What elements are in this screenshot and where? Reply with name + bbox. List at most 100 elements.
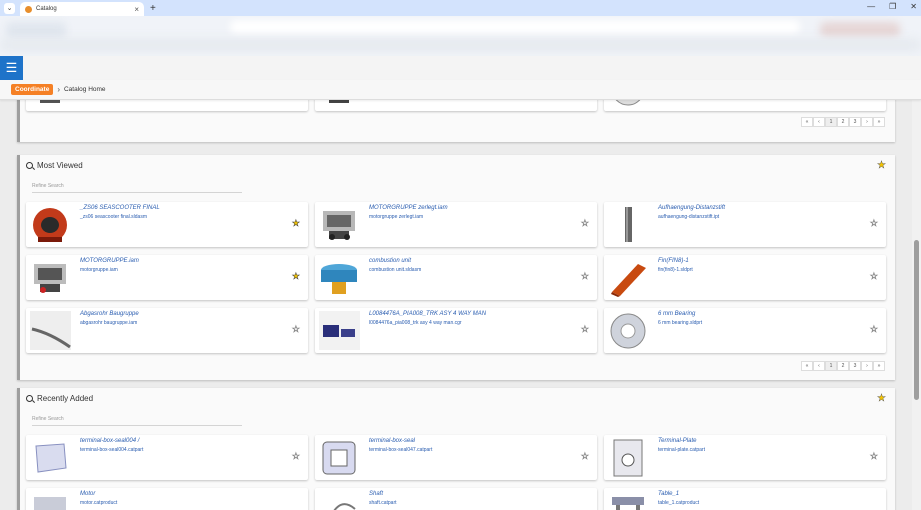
- list-item[interactable]: ☆: [315, 100, 597, 111]
- item-title[interactable]: MOTORGRUPPE zerlegt.iam: [369, 205, 448, 211]
- favorite-star-icon[interactable]: ★: [292, 218, 301, 229]
- list-item[interactable]: Terminal-Plate terminal-plate.catpart ☆: [604, 435, 886, 480]
- maximize-button[interactable]: ❐: [889, 2, 896, 11]
- tab-search-icon[interactable]: ⌄: [4, 2, 15, 14]
- list-item[interactable]: _ZS06 SEASCOOTER FINAL _zs06 seascooter …: [26, 202, 308, 247]
- new-tab-button[interactable]: +: [150, 3, 156, 14]
- item-title[interactable]: L0084476A_PIA008_TRK ASY 4 WAY MAN: [369, 311, 486, 317]
- refine-search-input[interactable]: Refine Search: [32, 179, 242, 193]
- scrollbar-thumb[interactable]: [914, 240, 919, 400]
- page-2-button[interactable]: 2: [837, 361, 849, 371]
- item-filename: motor.catproduct: [80, 500, 118, 506]
- next-page-button[interactable]: ›: [861, 117, 873, 127]
- recently-added-header: Recently Added: [26, 394, 93, 403]
- favorite-star-icon[interactable]: ★: [292, 271, 301, 282]
- item-filename: motorgruppe.iam: [80, 267, 118, 273]
- list-item[interactable]: Aufhaengung-Distanzstift aufhaengung-dis…: [604, 202, 886, 247]
- star-icon[interactable]: ☆: [581, 218, 590, 229]
- item-title[interactable]: Motor: [80, 491, 95, 497]
- list-item[interactable]: combustion unit combustion unit.sldasm ☆: [315, 255, 597, 300]
- list-item[interactable]: [26, 100, 308, 111]
- page-3-button[interactable]: 3: [849, 117, 861, 127]
- table-thumbnail: [608, 491, 649, 510]
- close-window-button[interactable]: ✕: [910, 2, 917, 11]
- page-3-button[interactable]: 3: [849, 361, 861, 371]
- next-page-button[interactable]: ›: [861, 361, 873, 371]
- star-icon[interactable]: ★: [877, 393, 886, 404]
- list-item[interactable]: L0084476A_PIA008_TRK ASY 4 WAY MAN l0084…: [315, 308, 597, 353]
- bearing-thumbnail: [608, 100, 649, 108]
- item-title[interactable]: Shaft: [369, 491, 383, 497]
- scrollbar[interactable]: [912, 100, 921, 510]
- star-icon[interactable]: ★: [877, 160, 886, 171]
- star-icon[interactable]: ☆: [292, 324, 301, 335]
- list-item[interactable]: Table_1 table_1.catproduct: [604, 488, 886, 510]
- item-filename: terminal-box-seal047.catpart: [369, 447, 433, 453]
- app-window: ⌄ Catalog × + — ❐ ✕ ☰ Coordinate › Catal…: [0, 0, 921, 510]
- panel-title: Most Viewed: [37, 161, 83, 170]
- catalog-content: ☆ « ‹ 1 2 3 › » Most Viewed ★ Refine Sea…: [0, 100, 912, 510]
- hamburger-menu-button[interactable]: ☰: [0, 56, 23, 80]
- star-icon[interactable]: ☆: [870, 451, 879, 462]
- first-page-button[interactable]: «: [801, 361, 813, 371]
- first-page-button[interactable]: «: [801, 117, 813, 127]
- star-icon[interactable]: ☆: [870, 324, 879, 335]
- list-item[interactable]: 6 mm Bearing 6 mm bearing.sldprt ☆: [604, 308, 886, 353]
- list-item[interactable]: [604, 100, 886, 111]
- item-filename: l0084476a_pia008_trk asy 4 way man.cgr: [369, 320, 462, 326]
- item-title[interactable]: terminal-box-seal: [369, 438, 415, 444]
- pipe-thumbnail: [30, 311, 71, 350]
- item-filename: terminal-box-seal004.catpart: [80, 447, 144, 453]
- breadcrumb-current: Catalog Home: [63, 86, 106, 93]
- engine-thumbnail: [30, 100, 71, 108]
- page-2-button[interactable]: 2: [837, 117, 849, 127]
- browser-tab[interactable]: Catalog ×: [20, 2, 144, 16]
- breadcrumb-root[interactable]: Coordinate: [11, 84, 54, 95]
- list-item[interactable]: Shaft shaft.catpart: [315, 488, 597, 510]
- star-icon[interactable]: ☆: [581, 451, 590, 462]
- item-title[interactable]: 6 mm Bearing: [658, 311, 695, 317]
- item-title[interactable]: MOTORGRUPPE.iam: [80, 258, 139, 264]
- pagination: « ‹ 1 2 3 › »: [801, 117, 885, 127]
- rod-thumbnail: [608, 205, 649, 244]
- page-1-button[interactable]: 1: [825, 117, 837, 127]
- fin-thumbnail: [608, 258, 649, 297]
- refine-search-input[interactable]: Refine Search: [32, 412, 242, 426]
- list-item[interactable]: terminal-box-seal004 / terminal-box-seal…: [26, 435, 308, 480]
- star-icon[interactable]: ☆: [292, 451, 301, 462]
- list-item[interactable]: MOTORGRUPPE zerlegt.iam motorgruppe zerl…: [315, 202, 597, 247]
- seal-thumbnail: [30, 438, 71, 477]
- star-icon[interactable]: ☆: [581, 271, 590, 282]
- item-title[interactable]: Aufhaengung-Distanzstift: [658, 205, 725, 211]
- minimize-button[interactable]: —: [867, 2, 875, 11]
- window-controls: — ❐ ✕: [867, 2, 917, 11]
- star-icon[interactable]: ☆: [870, 271, 879, 282]
- most-viewed-header: Most Viewed: [26, 161, 83, 170]
- tab-close-icon[interactable]: ×: [134, 5, 139, 14]
- list-item[interactable]: terminal-box-seal terminal-box-seal047.c…: [315, 435, 597, 480]
- prev-page-button[interactable]: ‹: [813, 117, 825, 127]
- top-panel-partial: ☆ « ‹ 1 2 3 › »: [17, 100, 895, 142]
- engine-thumbnail: [319, 205, 360, 244]
- page-1-button[interactable]: 1: [825, 361, 837, 371]
- list-item[interactable]: Abgasrohr Baugruppe abgasrohr baugruppe.…: [26, 308, 308, 353]
- helmet-thumbnail: [30, 205, 71, 244]
- item-title[interactable]: combustion unit: [369, 258, 411, 264]
- item-title[interactable]: Abgasrohr Baugruppe: [80, 311, 139, 317]
- list-item[interactable]: Fin(FIN8)-1 fin(fin8)-1.sldprt ☆: [604, 255, 886, 300]
- item-filename: abgasrohr baugruppe.iam: [80, 320, 138, 326]
- last-page-button[interactable]: »: [873, 117, 885, 127]
- last-page-button[interactable]: »: [873, 361, 885, 371]
- item-title[interactable]: _ZS06 SEASCOOTER FINAL: [80, 205, 160, 211]
- star-icon[interactable]: ☆: [870, 218, 879, 229]
- list-item[interactable]: MOTORGRUPPE.iam motorgruppe.iam ★: [26, 255, 308, 300]
- prev-page-button[interactable]: ‹: [813, 361, 825, 371]
- chevron-right-icon: ›: [57, 85, 60, 94]
- item-filename: aufhaengung-distanzstift.ipt: [658, 214, 720, 220]
- item-title[interactable]: Fin(FIN8)-1: [658, 258, 689, 264]
- star-icon[interactable]: ☆: [581, 324, 590, 335]
- item-title[interactable]: Terminal-Plate: [658, 438, 696, 444]
- item-title[interactable]: Table_1: [658, 491, 679, 497]
- item-title[interactable]: terminal-box-seal004 /: [80, 438, 139, 444]
- list-item[interactable]: Motor motor.catproduct: [26, 488, 308, 510]
